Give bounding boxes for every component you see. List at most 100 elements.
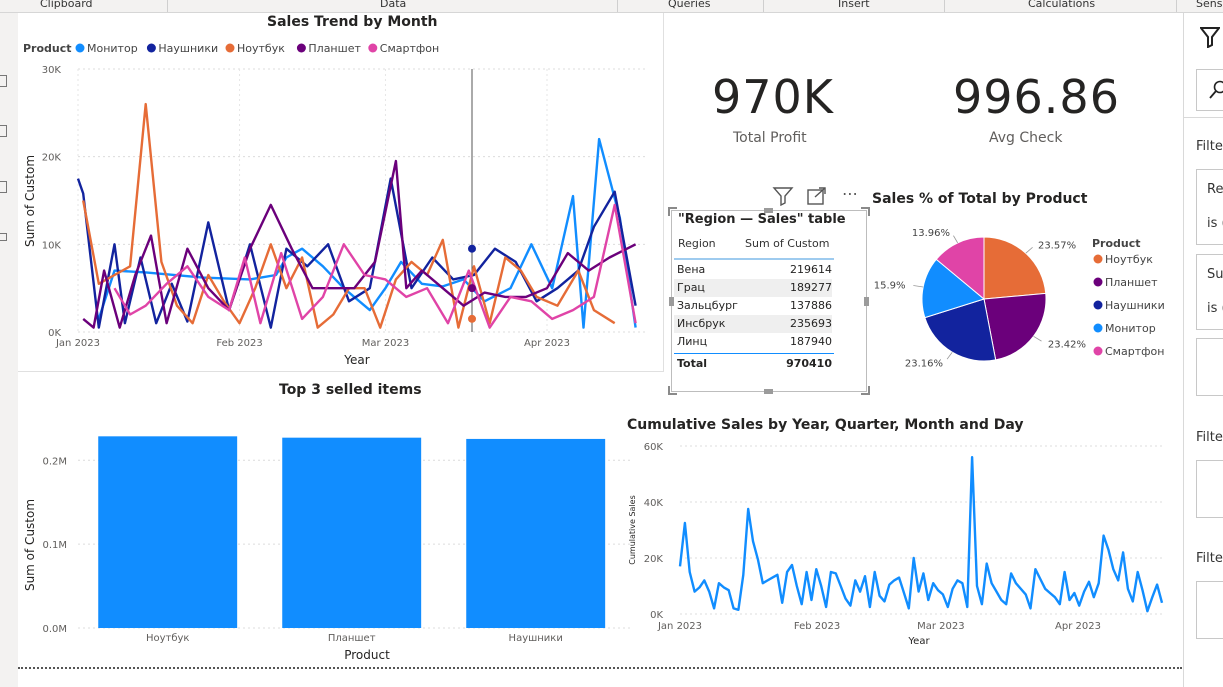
y-tick-label: 0.1M — [42, 540, 67, 551]
pie-leader-line — [953, 235, 959, 244]
pie-legend-item: Смартфон — [1105, 345, 1164, 358]
sales-trend-chart: Product Монитор Наушники Ноутбук Планшет Смар… — [23, 42, 646, 367]
visual-filter-icon[interactable] — [772, 186, 794, 206]
pie-leader-line — [946, 351, 953, 360]
ribbon-group-data[interactable]: Data — [380, 0, 406, 10]
table-row: Вена 219614 — [677, 263, 832, 276]
filter-card-region[interactable]: Re is ( — [1196, 169, 1223, 245]
x-tick-label: Apr 2023 — [524, 338, 570, 349]
pie-legend-item: Планшет — [1105, 276, 1158, 289]
y-tick-label: 20K — [644, 554, 664, 565]
hover-point — [468, 244, 476, 253]
focus-mode-icon[interactable] — [806, 186, 828, 206]
hover-point — [468, 314, 476, 323]
y-tick-label: 0.0M — [42, 624, 67, 635]
resize-handle-left[interactable] — [669, 297, 674, 306]
resize-handle-top[interactable] — [764, 208, 773, 213]
pie-legend-item: Ноутбук — [1105, 253, 1153, 266]
sales-trend-title: Sales Trend by Month — [267, 14, 438, 30]
bar-2 — [466, 438, 606, 628]
pie-data-label: 23.16% — [905, 359, 943, 370]
pie-legend-marker-2 — [1093, 300, 1103, 310]
filter-search-box[interactable] — [1196, 69, 1223, 111]
x-tick-label: Mar 2023 — [362, 338, 410, 349]
pie-data-label: 23.57% — [1038, 240, 1076, 251]
legend-item: Наушники — [158, 42, 218, 55]
hover-point — [468, 284, 476, 293]
view-switcher-bar — [0, 13, 18, 687]
pie-leader-line — [1033, 335, 1042, 342]
add-data-fields-box-2[interactable] — [1196, 460, 1223, 518]
ribbon-group-clipboard[interactable]: Clipboard — [40, 0, 93, 10]
avg-check-value: 996.86 — [953, 70, 1120, 124]
table-row: Инсбрук 235693 — [674, 315, 832, 333]
pie-legend-marker-0 — [1093, 254, 1103, 264]
avg-check-label: Avg Check — [989, 130, 1063, 146]
add-data-fields-box[interactable] — [1196, 338, 1223, 396]
filters-pane: Filte Re is ( Su is ( Filte Filte — [1183, 13, 1223, 687]
ribbon-group-insert[interactable]: Insert — [838, 0, 870, 10]
ribbon: Clipboard Data Queries Insert Calculatio… — [0, 0, 1223, 13]
legend-marker-0 — [75, 43, 85, 53]
filter-card-sum[interactable]: Su is ( — [1196, 254, 1223, 330]
table-row: Грац 189277 — [674, 279, 832, 297]
pie-data-label: 23.42% — [1048, 340, 1086, 351]
y-tick-label: 20K — [42, 153, 62, 164]
top3-bar-chart: 0.0M 0.1M 0.2M Ноутбук Планшет Наушники Produc… — [23, 436, 630, 662]
total-profit-label: Total Profit — [733, 130, 807, 146]
legend-marker-2 — [225, 43, 235, 53]
y-axis-title: Sum of Custom — [23, 499, 37, 591]
x-tick-label: Jan 2023 — [55, 338, 100, 349]
x-tick-label: Ноутбук — [146, 633, 190, 644]
pie-legend-marker-1 — [1093, 277, 1103, 287]
filters-drillthrough-label: Filte — [1196, 551, 1223, 566]
pie-data-label: 13.96% — [912, 228, 950, 239]
y-tick-label: 40K — [644, 498, 664, 509]
search-icon — [1209, 80, 1223, 99]
bar-0 — [98, 436, 238, 628]
pie-legend-title: Product — [1092, 237, 1141, 250]
pie-slice-0 — [983, 236, 1047, 300]
dax-query-view-icon[interactable] — [0, 233, 7, 241]
report-view-icon[interactable] — [0, 75, 7, 87]
resize-handle-right[interactable] — [864, 297, 869, 306]
y-tick-label: 60K — [644, 442, 664, 453]
bar-chart-title: Top 3 selled items — [279, 382, 422, 398]
table-total-row: Total 970410 — [674, 355, 832, 373]
ribbon-group-sensitivity[interactable]: Sens — [1196, 0, 1222, 10]
table-total-label: Total — [677, 357, 708, 370]
table-view-icon[interactable] — [0, 125, 7, 137]
pie-chart-title: Sales % of Total by Product — [872, 191, 1088, 207]
region-sales-table[interactable]: "Region — Sales" table Region Sum of Cus… — [668, 207, 870, 395]
legend-item: Ноутбук — [237, 42, 285, 55]
table-total-value: 970410 — [786, 357, 832, 370]
add-data-fields-box-3[interactable] — [1196, 581, 1223, 639]
total-profit-value: 970K — [712, 70, 834, 124]
table-col-sum[interactable]: Sum of Custom — [745, 237, 829, 250]
cumulative-series-line — [678, 456, 1164, 613]
ribbon-group-calculations[interactable]: Calculations — [1028, 0, 1095, 10]
legend-item: Планшет — [308, 42, 361, 55]
pie-legend-item: Наушники — [1105, 299, 1165, 312]
x-axis-title: Product — [344, 648, 390, 662]
pie-data-label: 15.9% — [874, 281, 906, 292]
table-col-region[interactable]: Region — [678, 237, 716, 250]
x-axis-title: Year — [907, 636, 930, 647]
model-view-icon[interactable] — [0, 181, 7, 193]
pie-chart: 23.57% 23.42% 23.16% 15.9% 13.96% Product Ноут… — [874, 228, 1165, 370]
filter-icon[interactable] — [1200, 26, 1220, 48]
filters-on-page-label: Filte — [1196, 139, 1223, 154]
legend-marker-4 — [368, 43, 378, 53]
y-tick-label: 10K — [42, 240, 62, 251]
legend-title: Product — [23, 42, 72, 55]
legend-marker-1 — [146, 43, 156, 53]
ribbon-group-queries[interactable]: Queries — [668, 0, 710, 10]
y-tick-label: 30K — [42, 65, 62, 76]
y-tick-label: 0K — [650, 610, 663, 621]
resize-handle-bottom[interactable] — [764, 389, 773, 394]
x-tick-label: Feb 2023 — [216, 338, 262, 349]
filter-card-region-title: Re — [1207, 182, 1223, 197]
more-options-icon[interactable]: ⋯ — [842, 184, 859, 203]
legend-marker-3 — [296, 43, 306, 53]
y-axis-title: Cumulative Sales — [628, 495, 637, 565]
